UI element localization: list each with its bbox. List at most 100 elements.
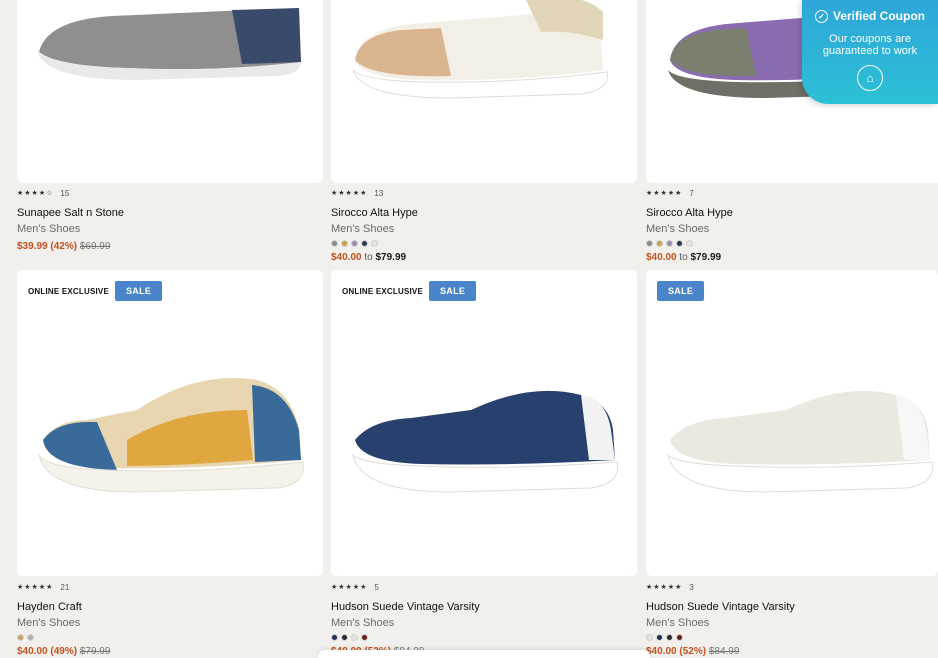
color-swatches	[331, 634, 631, 641]
color-swatch[interactable]	[341, 240, 348, 247]
online-exclusive-badge: ONLINE EXCLUSIVE	[342, 286, 423, 296]
color-swatches	[646, 634, 938, 641]
review-count: 7	[689, 188, 694, 198]
product-image[interactable]: ONLINE EXCLUSIVE SALE	[331, 270, 637, 576]
review-count: 21	[60, 582, 70, 592]
color-swatch[interactable]	[341, 634, 348, 641]
sale-price: $40.00	[646, 252, 677, 263]
badges: SALE	[657, 281, 705, 301]
product-category: Men's Shoes	[646, 223, 710, 235]
badges: ONLINE EXCLUSIVE SALE	[342, 281, 477, 301]
color-swatch[interactable]	[646, 240, 653, 247]
product-category: Men's Shoes	[646, 617, 710, 629]
color-swatch[interactable]	[351, 240, 358, 247]
rating-stars: ★★★★★	[646, 584, 683, 591]
shoe-image-grey-slipon	[37, 8, 302, 80]
shoe-image-sirocco-beige	[352, 0, 608, 99]
color-swatch[interactable]	[676, 240, 683, 247]
product-name[interactable]: Sunapee Salt n Stone	[17, 207, 317, 220]
color-swatch[interactable]	[666, 634, 673, 641]
online-exclusive-badge: ONLINE EXCLUSIVE	[28, 286, 109, 296]
price-range-separator: to	[364, 252, 373, 263]
review-count: 13	[374, 188, 384, 198]
verified-coupon-popup[interactable]: ✓ Verified Coupon Our coupons are guaran…	[802, 0, 938, 104]
color-swatch[interactable]	[17, 634, 24, 641]
sale-badge: SALE	[115, 281, 163, 301]
original-price: $79.99	[79, 646, 111, 657]
sale-badge: SALE	[657, 281, 705, 301]
color-swatch[interactable]	[331, 634, 338, 641]
color-swatch[interactable]	[351, 634, 358, 641]
rating: ★★★★★ 5	[331, 582, 631, 592]
product-price: $40.00 (52%) $84.99	[646, 646, 938, 658]
sale-price: $39.99 (42%)	[17, 241, 78, 252]
coupon-title: ✓ Verified Coupon	[802, 9, 938, 23]
shoe-image-hudson-cream	[667, 390, 933, 493]
product-category: Men's Shoes	[331, 617, 395, 629]
product-name[interactable]: Sirocco Alta Hype	[331, 207, 631, 220]
coupon-title-text: Verified Coupon	[832, 9, 925, 23]
rating-stars: ★★★★★	[17, 584, 54, 591]
color-swatch[interactable]	[27, 634, 34, 641]
color-swatch[interactable]	[656, 634, 663, 641]
color-swatch[interactable]	[331, 240, 338, 247]
rating-stars: ★★★★★	[331, 584, 368, 591]
product-price: $40.00 to $79.99	[646, 252, 938, 264]
shoe-image-hayden-craft	[38, 378, 304, 493]
color-swatches	[646, 240, 938, 247]
rating: ★★★★★ 3	[646, 582, 938, 592]
product-price: $40.00 (49%) $79.99	[17, 646, 317, 658]
product-name[interactable]: Hayden Craft	[17, 601, 317, 614]
badges: ONLINE EXCLUSIVE SALE	[28, 281, 163, 301]
sale-price: $40.00	[331, 252, 362, 263]
coupon-description: Our coupons are guaranteed to work	[802, 33, 938, 57]
original-price: $69.99	[79, 241, 111, 252]
price-range-separator: to	[679, 252, 688, 263]
color-swatch[interactable]	[361, 240, 368, 247]
color-swatch[interactable]	[371, 240, 378, 247]
color-swatch[interactable]	[666, 240, 673, 247]
review-count: 15	[60, 188, 70, 198]
coupon-line-1: Our coupons are	[829, 33, 911, 45]
rating-stars: ★★★★☆	[17, 190, 54, 197]
color-swatch[interactable]	[646, 634, 653, 641]
review-count: 3	[689, 582, 694, 592]
coupon-line-2: guaranteed to work	[822, 45, 918, 57]
coupon-extension-icon[interactable]: ⌂	[857, 65, 883, 91]
color-swatch[interactable]	[361, 634, 368, 641]
color-swatches	[17, 634, 317, 641]
product-image[interactable]: ONLINE EXCLUSIVE SALE	[17, 270, 323, 576]
high-price: $79.99	[375, 252, 407, 263]
rating: ★★★★★ 7	[646, 188, 938, 198]
color-swatch[interactable]	[676, 634, 683, 641]
review-count: 5	[374, 582, 379, 592]
product-category: Men's Shoes	[331, 223, 395, 235]
rating: ★★★★★ 13	[331, 188, 631, 198]
product-price: $40.00 to $79.99	[331, 252, 631, 264]
color-swatches	[331, 240, 631, 247]
product-price: $39.99 (42%) $69.99	[17, 241, 317, 253]
product-name[interactable]: Hudson Suede Vintage Varsity	[646, 601, 938, 614]
rating-stars: ★★★★★	[646, 190, 683, 197]
shoe-image-hudson-navy	[352, 390, 618, 493]
product-image[interactable]	[331, 0, 637, 183]
high-price: $79.99	[690, 252, 722, 263]
rating: ★★★★★ 21	[17, 582, 317, 592]
product-image[interactable]	[17, 0, 323, 183]
original-price: $84.99	[708, 646, 740, 657]
rating-stars: ★★★★★	[331, 190, 368, 197]
sale-price: $40.00 (52%)	[646, 646, 707, 657]
color-swatch[interactable]	[686, 240, 693, 247]
product-name[interactable]: Sirocco Alta Hype	[646, 207, 938, 220]
product-image[interactable]: SALE	[646, 270, 938, 576]
product-category: Men's Shoes	[17, 223, 81, 235]
sale-badge: SALE	[429, 281, 477, 301]
product-name[interactable]: Hudson Suede Vintage Varsity	[331, 601, 631, 614]
sale-price: $40.00 (49%)	[17, 646, 78, 657]
product-category: Men's Shoes	[17, 617, 81, 629]
product-grid: ★★★★☆ 15 Sunapee Salt n Stone Men's Shoe…	[0, 0, 938, 658]
color-swatch[interactable]	[656, 240, 663, 247]
check-circle-icon: ✓	[814, 9, 828, 23]
rating: ★★★★☆ 15	[17, 188, 317, 198]
bottom-panel-edge	[318, 650, 650, 658]
